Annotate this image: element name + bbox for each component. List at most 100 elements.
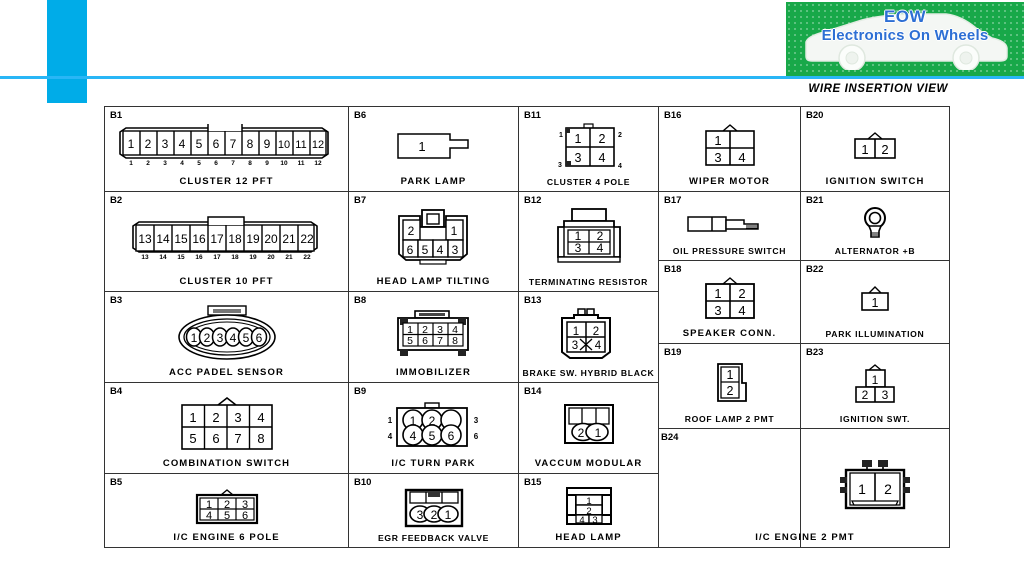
connector-cell-b5[interactable]: B5 123 456 I/C ENGINE 6 POLE [105,474,348,547]
connector-cell-b4[interactable]: B4 1 23 4 5 67 8 COMBINATION SWITCH [105,383,348,474]
svg-text:3: 3 [161,137,168,151]
connector-cell-b1[interactable]: B1 123 456 789 10 11 12 1 2 3 4 5 6 7 8 … [105,107,348,192]
svg-text:20: 20 [267,254,275,261]
connector-cell-b12[interactable]: B12 12 34 TERMINATING RESISTOR [519,192,658,292]
svg-text:10: 10 [280,160,288,167]
svg-text:3: 3 [592,515,597,526]
connector-label: CLUSTER 4 POLE [546,177,631,187]
connector-cell-b2[interactable]: B2 13 14 15 16 17 18 19 20 21 22 13 14 1… [105,192,348,292]
svg-text:13: 13 [138,232,152,246]
connector-id: B20 [806,110,824,121]
svg-text:8: 8 [246,137,253,151]
connector-cell-b14[interactable]: B14 21 VACCUM MODULAR [519,383,658,474]
connector-diagram-b6: 1 [349,107,518,176]
connector-label: HEAD LAMP TILTING [376,276,491,287]
connector-label: IGNITION SWT. [839,414,911,424]
svg-text:8: 8 [452,335,458,347]
connector-cell-b20[interactable]: B20 12 IGNITION SWITCH [801,107,949,192]
connector-cell-b6[interactable]: B6 1 PARK LAMP [349,107,518,192]
svg-text:5: 5 [421,243,428,257]
connector-cell-b21[interactable]: B21 ALTERNATOR +B [801,192,949,261]
svg-text:16: 16 [192,232,206,246]
connector-id: B8 [354,295,367,306]
svg-text:7: 7 [231,160,235,167]
svg-text:3: 3 [234,410,241,425]
connector-cell-b11[interactable]: B11 12 34 12 34 CLUSTER 4 POLE [519,107,658,192]
connector-cell-b15[interactable]: B15 12 43 HEAD LAMP [519,474,658,547]
grid-column-2: B6 1 PARK LAMP B7 2 1 6 5 4 3 HEAD LAMP … [349,107,519,547]
svg-text:5: 5 [242,331,249,345]
svg-text:11: 11 [295,139,306,151]
svg-text:2: 2 [738,286,745,301]
connector-cell-b22[interactable]: B22 1 PARK ILLUMINATION [801,261,949,344]
svg-text:1: 1 [190,331,197,345]
connector-id: B16 [664,110,682,121]
svg-text:6: 6 [473,432,478,441]
connector-cell-b16[interactable]: B16 1 3 4 WIPER MOTOR [659,107,800,192]
connector-label: PARK ILLUMINATION [825,329,925,339]
svg-text:3: 3 [163,160,167,167]
connector-cell-b23[interactable]: B23 1 23 IGNITION SWT. [801,344,949,429]
connector-cell-b9[interactable]: B9 12 456 13 46 I/C TURN PARK [349,383,518,474]
connector-label: BRAKE SW. HYBRID BLACK [522,368,655,378]
connector-cell-b8[interactable]: B8 1234 5678 IMMOBILIZER [349,292,518,383]
connector-cell-b10[interactable]: B10 321 EGR FEEDBACK VALVE [349,474,518,547]
svg-text:11: 11 [297,160,304,167]
svg-text:15: 15 [174,232,188,246]
connector-label: CLUSTER 10 PFT [179,276,274,287]
svg-text:4: 4 [738,150,745,165]
connector-id: B18 [664,264,682,275]
svg-text:14: 14 [156,232,170,246]
svg-text:1: 1 [726,368,733,382]
car-silhouette-icon [805,13,1008,70]
svg-text:1: 1 [714,286,721,301]
svg-text:10: 10 [277,139,289,151]
svg-text:17: 17 [210,232,224,246]
svg-text:9: 9 [263,137,270,151]
svg-text:22: 22 [303,254,311,261]
svg-text:1: 1 [861,142,868,157]
connector-cell-b7[interactable]: B7 21 65 43 HEAD LAMP TILTING [349,192,518,292]
svg-text:13: 13 [141,254,149,261]
svg-text:2: 2 [144,137,151,151]
svg-text:1: 1 [409,414,416,428]
svg-text:2: 2 [881,142,888,157]
connector-cell-b24[interactable]: B24 12 I/C ENGINE 2 PMT [661,429,949,547]
svg-text:18: 18 [228,232,242,246]
svg-text:6: 6 [212,431,219,446]
connector-label: ALTERNATOR +B [834,246,916,256]
svg-text:2: 2 [428,414,435,428]
svg-text:5: 5 [197,160,201,167]
connector-id: B17 [664,195,682,206]
connector-label: ROOF LAMP 2 PMT [684,414,775,424]
connector-cell-b18[interactable]: B18 1 2 3 4 SPEAKER CONN. [659,261,800,344]
svg-text:2: 2 [726,384,733,398]
connector-cell-b3[interactable]: B3 123 4 5 6 ACC PADEL SENSOR [105,292,348,383]
svg-text:21: 21 [282,232,296,246]
svg-text:6: 6 [447,429,454,443]
svg-text:7: 7 [229,137,236,151]
svg-text:4: 4 [738,303,745,318]
connector-cell-b19[interactable]: B19 1 2 ROOF LAMP 2 PMT [659,344,800,429]
connector-label: VACCUM MODULAR [534,458,643,469]
grid-column-4: B16 1 34 WIPER MOTOR B17 OIL PRESSURE SW… [659,107,801,547]
svg-text:1: 1 [189,410,196,425]
svg-text:1: 1 [418,139,425,154]
svg-text:1: 1 [387,416,392,425]
eow-logo: EOW Electronics On Wheels [786,2,1024,76]
connector-label: ACC PADEL SENSOR [169,367,284,378]
connector-label: OIL PRESSURE SWITCH [672,246,787,256]
connector-label: IMMOBILIZER [396,367,471,378]
svg-text:4: 4 [178,137,185,151]
connector-label: EGR FEEDBACK VALVE [377,533,490,543]
svg-text:5: 5 [195,137,202,151]
connector-cell-b13[interactable]: B13 12 34 BRAKE SW. HYBRID BLACK [519,292,658,383]
connector-cell-b17[interactable]: B17 OIL PRESSURE SWITCH [659,192,800,261]
svg-text:4: 4 [409,429,416,443]
svg-text:15: 15 [177,254,185,261]
connector-id: B21 [806,195,824,206]
svg-text:5: 5 [407,335,413,347]
svg-text:4: 4 [257,410,264,425]
svg-text:4: 4 [436,243,443,257]
connector-label: IGNITION SWITCH [825,176,925,187]
